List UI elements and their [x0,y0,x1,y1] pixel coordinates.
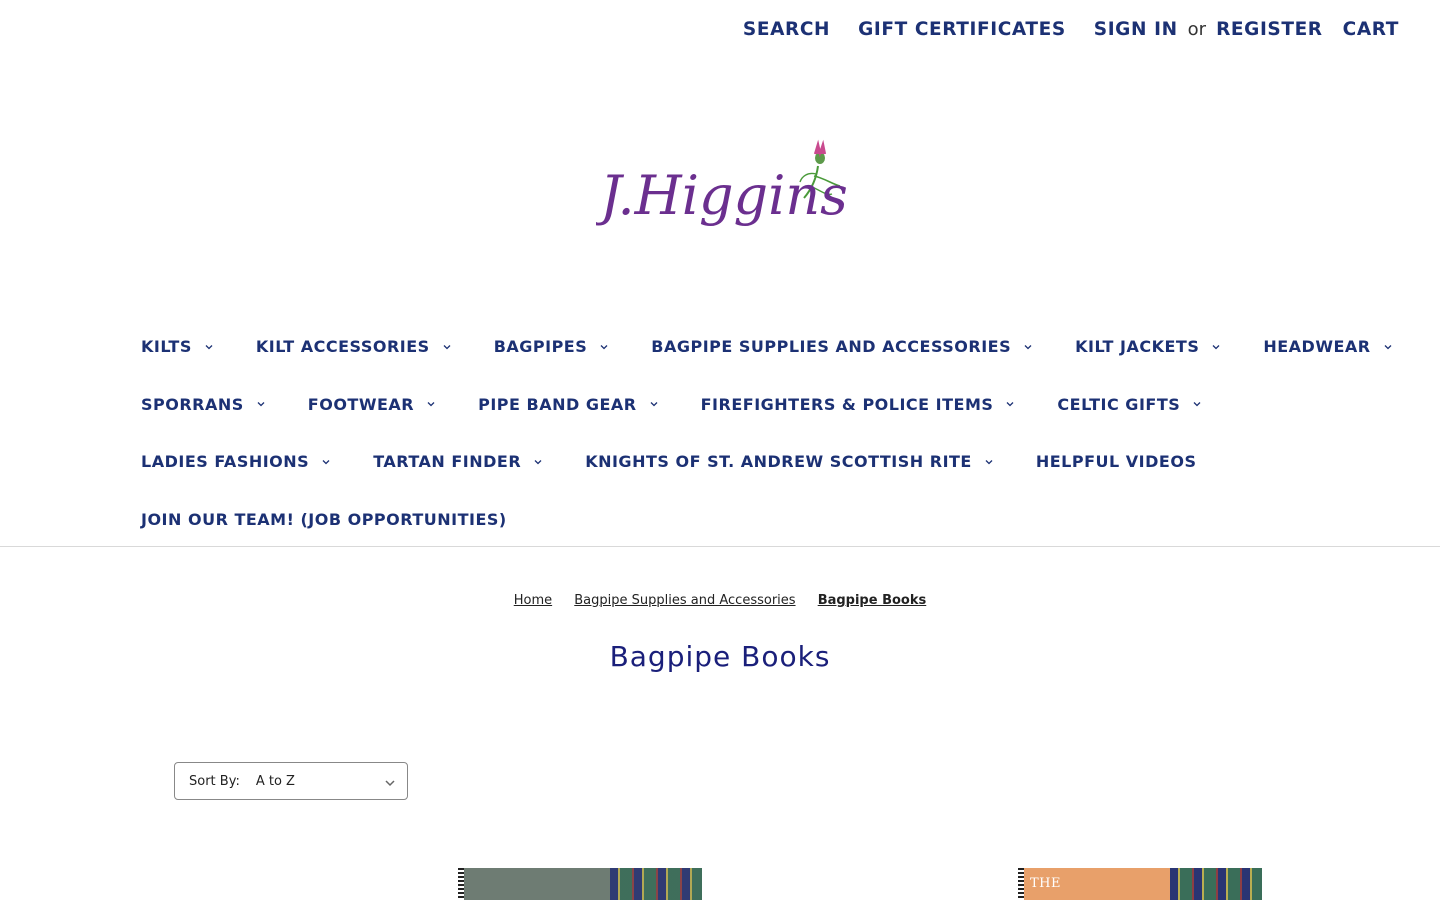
nav-item-label: TARTAN FINDER [373,452,522,472]
page-title: Bagpipe Books [609,640,831,673]
chevron-down-icon [1192,399,1202,409]
nav-item-label: LADIES FASHIONS [141,452,310,472]
nav-item-label: BAGPIPES [493,337,588,357]
nav-item-label: KILT JACKETS [1075,337,1200,357]
chevron-down-icon [204,342,214,352]
nav-item-label: KILT ACCESSORIES [255,337,430,357]
chevron-down-icon [442,342,452,352]
product-image[interactable] [458,868,702,900]
nav-item-join-our-team-job-opportunities[interactable]: JOIN OUR TEAM! (JOB OPPORTUNITIES) [141,510,507,529]
main-nav-row: LADIES FASHIONS TARTAN FINDER KNIGHTS OF S… [141,433,1321,491]
nav-item-label: FIREFIGHTERS & POLICE ITEMS [700,394,994,414]
register-link[interactable]: REGISTER [1216,19,1323,40]
chevron-down-icon [256,399,266,409]
nav-item-knights-of-st-andrew-scottish-rite[interactable]: KNIGHTS OF ST. ANDREW SCOTTISH RITE [585,452,994,471]
nav-item-footwear[interactable]: FOOTWEAR [308,395,436,414]
sort-by-value: A to Z [255,773,295,789]
book-spiral [458,868,464,900]
chevron-down-icon [649,399,659,409]
main-nav-row: SPORRANS FOOTWEAR PIPE BAND GEAR FIREFIGHTE… [141,376,1321,434]
utility-nav: SEARCH GIFT CERTIFICATES SIGN IN or REGI… [743,19,1399,40]
j-higgins-logo-image: J.Higgins [590,139,848,227]
main-nav-row: JOIN OUR TEAM! (JOB OPPORTUNITIES) [141,491,1321,549]
chevron-down-icon [426,399,436,409]
nav-item-label: CELTIC GIFTS [1057,394,1181,414]
breadcrumb-home[interactable]: Home [514,593,552,608]
gift-certificates-link[interactable]: GIFT CERTIFICATES [858,19,1066,40]
breadcrumb-bagpipe-supplies[interactable]: Bagpipe Supplies and Accessories [574,593,795,608]
tartan-cover [610,868,702,900]
main-navigation: KILTS KILT ACCESSORIES BAGPIPES BAGPIPE SUP… [141,318,1392,549]
nav-item-tartan-finder[interactable]: TARTAN FINDER [373,452,543,471]
nav-item-bagpipe-supplies-and-accessories[interactable]: BAGPIPE SUPPLIES AND ACCESSORIES [651,337,1033,356]
nav-item-label: HEADWEAR [1263,337,1371,357]
nav-item-pipe-band-gear[interactable]: PIPE BAND GEAR [478,395,659,414]
sort-by-select[interactable]: Sort By: A to Z [174,762,408,800]
nav-item-celtic-gifts[interactable]: CELTIC GIFTS [1057,395,1202,414]
chevron-down-icon [1023,342,1033,352]
nav-item-label: KNIGHTS OF ST. ANDREW SCOTTISH RITE [585,452,972,472]
top-utility-bar: SEARCH GIFT CERTIFICATES SIGN IN or REGI… [0,0,1440,64]
nav-item-label: BAGPIPE SUPPLIES AND ACCESSORIES [651,337,1012,357]
chevron-down-icon [1211,342,1221,352]
nav-item-headwear[interactable]: HEADWEAR [1263,337,1392,356]
or-separator: or [1187,19,1207,40]
nav-item-helpful-videos[interactable]: HELPFUL VIDEOS [1036,452,1197,471]
nav-item-kilt-accessories[interactable]: KILT ACCESSORIES [256,337,452,356]
product-image[interactable]: THE [1018,868,1262,900]
breadcrumb-bagpipe-books[interactable]: Bagpipe Books [818,593,927,608]
tartan-cover [1170,868,1262,900]
sign-in-link[interactable]: SIGN IN [1094,19,1178,40]
header-divider [0,546,1440,547]
nav-item-label: JOIN OUR TEAM! (JOB OPPORTUNITIES) [141,509,507,529]
chevron-down-icon [1005,399,1015,409]
nav-item-kilts[interactable]: KILTS [141,337,214,356]
nav-item-label: KILTS [141,337,192,357]
nav-item-ladies-fashions[interactable]: LADIES FASHIONS [141,452,331,471]
nav-item-sporrans[interactable]: SPORRANS [141,395,266,414]
main-nav-row: KILTS KILT ACCESSORIES BAGPIPES BAGPIPE SUP… [141,318,1392,376]
search-link[interactable]: SEARCH [743,19,830,40]
nav-item-kilt-jackets[interactable]: KILT JACKETS [1075,337,1221,356]
chevron-down-icon [599,342,609,352]
book-cover-text: THE [1030,876,1061,891]
nav-item-label: SPORRANS [141,394,244,414]
chevron-down-icon [1383,342,1393,352]
nav-item-firefighters-police-items[interactable]: FIREFIGHTERS & POLICE ITEMS [701,395,1016,414]
store-logo[interactable]: J.Higgins [590,136,848,236]
cart-link[interactable]: CART [1343,19,1399,40]
nav-item-bagpipes[interactable]: BAGPIPES [494,337,610,356]
chevron-down-icon [984,457,994,467]
chevron-down-icon [533,457,543,467]
chevron-down-icon [321,457,331,467]
chevron-down-icon [385,777,395,792]
book-spiral [1018,868,1024,900]
logo-text: J.Higgins [596,164,848,227]
nav-item-label: HELPFUL VIDEOS [1035,452,1197,472]
sort-by-label: Sort By: [189,773,240,789]
breadcrumb: Home Bagpipe Supplies and Accessories Ba… [0,593,1440,608]
nav-item-label: PIPE BAND GEAR [478,394,637,414]
nav-item-label: FOOTWEAR [307,394,415,414]
